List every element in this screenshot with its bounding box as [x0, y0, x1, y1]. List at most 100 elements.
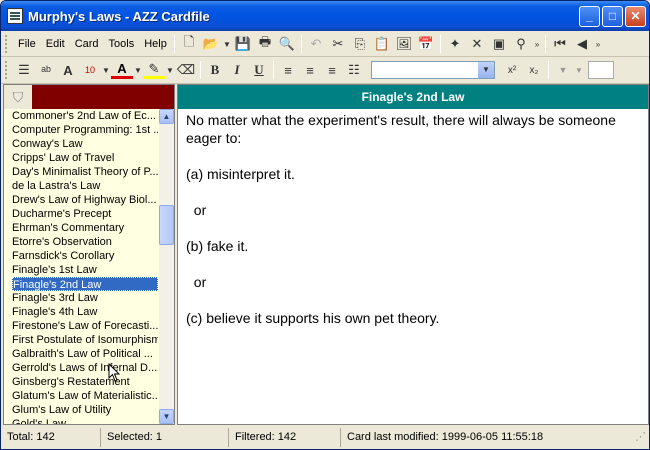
card-text-line: No matter what the experiment's result, …: [186, 112, 620, 146]
font-size-dropdown-icon[interactable]: ▼: [101, 59, 111, 81]
align-center-icon[interactable]: ≡: [299, 59, 321, 81]
filter-funnel-icon[interactable]: ⛉: [4, 85, 32, 109]
scroll-up-icon[interactable]: ▲: [159, 109, 174, 124]
list-item[interactable]: Drew's Law of Highway Biol...: [12, 193, 157, 207]
underline-icon[interactable]: U: [248, 59, 270, 81]
list-scrollbar[interactable]: ▲ ▼: [159, 109, 174, 424]
list-item[interactable]: Glatum's Law of Materialistic...: [12, 389, 158, 403]
app-window: Murphy's Laws - AZZ Cardfile _ □ ✕ File …: [0, 0, 650, 450]
maximize-button[interactable]: □: [602, 6, 623, 27]
paragraph-format-icon[interactable]: ☰: [13, 59, 35, 81]
list-item[interactable]: Ehrman's Commentary: [12, 221, 124, 235]
font-color-icon[interactable]: A: [111, 61, 133, 79]
font-name-combo[interactable]: ▼: [371, 61, 495, 79]
toolbar-separator: [545, 35, 546, 53]
highlight-icon[interactable]: ✎: [143, 61, 165, 79]
list-item[interactable]: Finagle's 1st Law: [12, 263, 97, 277]
toolbar-separator: [548, 61, 549, 79]
subscript-icon[interactable]: x₂: [523, 59, 545, 81]
toolbar-overflow-icon[interactable]: »: [532, 33, 542, 55]
list-item[interactable]: Glum's Law of Utility: [12, 403, 111, 417]
open-folder-icon[interactable]: 📂: [200, 33, 222, 55]
align-left-icon[interactable]: ≡: [277, 59, 299, 81]
card-color-swatch[interactable]: [588, 61, 614, 79]
spell-check-icon[interactable]: ᵃᵇ: [35, 59, 57, 81]
close-button[interactable]: ✕: [625, 6, 646, 27]
list-item[interactable]: Gold's Law: [12, 417, 66, 424]
card-properties-icon[interactable]: ▣: [488, 33, 510, 55]
font-icon[interactable]: A: [57, 59, 79, 81]
list-item[interactable]: Etorre's Observation: [12, 235, 112, 249]
card-body[interactable]: No matter what the experiment's result, …: [186, 111, 636, 327]
italic-icon[interactable]: I: [226, 59, 248, 81]
menu-edit[interactable]: Edit: [41, 35, 70, 53]
card-color-dropdown-icon[interactable]: ▼: [552, 59, 574, 81]
chevron-down-icon[interactable]: ▼: [478, 62, 494, 78]
toolbar-separator: [440, 35, 441, 53]
menu-card[interactable]: Card: [70, 35, 104, 53]
print-preview-icon[interactable]: 🔍: [276, 33, 298, 55]
list-item[interactable]: Cripps' Law of Travel: [12, 151, 114, 165]
find-binoculars-icon[interactable]: ⚲: [510, 33, 532, 55]
resize-grip-icon[interactable]: ⋰: [633, 428, 647, 447]
print-icon[interactable]: 🖶: [254, 33, 276, 55]
status-bar: Total: 142 Selected: 1 Filtered: 142 Car…: [1, 426, 649, 449]
save-icon[interactable]: 💾: [232, 33, 254, 55]
list-item[interactable]: Commoner's 2nd Law of Ec...: [12, 109, 156, 123]
undo-icon[interactable]: ↶: [305, 33, 327, 55]
paste-icon[interactable]: 📋: [371, 33, 393, 55]
scroll-thumb[interactable]: [159, 205, 174, 245]
list-item[interactable]: First Postulate of Isomurphism: [12, 333, 158, 347]
superscript-icon[interactable]: x²: [501, 59, 523, 81]
cut-icon[interactable]: ✂: [327, 33, 349, 55]
new-file-icon[interactable]: 🗋: [178, 33, 200, 55]
menu-file[interactable]: File: [13, 35, 41, 53]
card-view-pane: Finagle's 2nd Law No matter what the exp…: [177, 84, 649, 425]
toolbar-grip[interactable]: [5, 35, 9, 53]
font-color-dropdown-icon[interactable]: ▼: [133, 59, 143, 81]
scroll-down-icon[interactable]: ▼: [159, 409, 174, 424]
new-card-icon[interactable]: ✦: [444, 33, 466, 55]
list-item[interactable]: Computer Programming: 1st ...: [12, 123, 158, 137]
list-item[interactable]: Finagle's 2nd Law: [12, 277, 158, 291]
list-item[interactable]: Finagle's 3rd Law: [12, 291, 98, 305]
card-text-line: [186, 219, 636, 237]
delete-card-icon[interactable]: ✕: [466, 33, 488, 55]
toolbar-separator: [301, 35, 302, 53]
font-size-value[interactable]: 10: [79, 59, 101, 81]
copy-icon[interactable]: ⎘: [349, 33, 371, 55]
title-bar[interactable]: Murphy's Laws - AZZ Cardfile _ □ ✕: [1, 1, 649, 31]
list-item[interactable]: Gerrold's Laws of Infernal D...: [12, 361, 157, 375]
list-item[interactable]: Farnsdick's Corollary: [12, 249, 114, 263]
list-item[interactable]: Galbraith's Law of Political ...: [12, 347, 153, 361]
minimize-button[interactable]: _: [579, 6, 600, 27]
first-card-icon[interactable]: ⏮: [549, 33, 571, 55]
toolbar-overflow-icon[interactable]: »: [593, 33, 603, 55]
list-item[interactable]: Day's Minimalist Theory of P...: [12, 165, 158, 179]
filter-input[interactable]: [32, 85, 174, 109]
format-toolbar: ☰ ᵃᵇ A 10 ▼ A ▼ ✎ ▼ ⌫ B I U ≡ ≡ ≡ ☷ ▼ x²…: [5, 59, 614, 81]
toolbar-grip[interactable]: [5, 61, 9, 79]
list-item[interactable]: Ducharme's Precept: [12, 207, 111, 221]
highlight-dropdown-icon[interactable]: ▼: [165, 59, 175, 81]
insert-date-icon[interactable]: 📅: [415, 33, 437, 55]
align-right-icon[interactable]: ≡: [321, 59, 343, 81]
bullet-list-icon[interactable]: ☷: [343, 59, 365, 81]
card-color-arrow-icon[interactable]: ▼: [574, 59, 584, 81]
menu-help[interactable]: Help: [139, 35, 172, 53]
list-item[interactable]: Firestone's Law of Forecasti...: [12, 319, 158, 333]
list-item[interactable]: de la Lastra's Law: [12, 179, 100, 193]
previous-card-icon[interactable]: ◀: [571, 33, 593, 55]
insert-picture-icon[interactable]: 🖼: [393, 33, 415, 55]
cardfile-app-icon[interactable]: [7, 8, 23, 24]
menu-toolbar-row: File Edit Card Tools Help 🗋 📂 ▼ 💾 🖶 🔍 ↶ …: [1, 31, 649, 57]
list-item[interactable]: Finagle's 4th Law: [12, 305, 97, 319]
dropdown-arrow-icon[interactable]: ▼: [222, 33, 232, 55]
menu-tools[interactable]: Tools: [104, 35, 140, 53]
toolbar-separator: [273, 61, 274, 79]
card-list-pane: ⛉ Commoner's 2nd Law of Ec... Computer Pr…: [3, 84, 175, 425]
bold-icon[interactable]: B: [204, 59, 226, 81]
eraser-icon[interactable]: ⌫: [175, 59, 197, 81]
list-item[interactable]: Conway's Law: [12, 137, 83, 151]
format-toolbar-row: ☰ ᵃᵇ A 10 ▼ A ▼ ✎ ▼ ⌫ B I U ≡ ≡ ≡ ☷ ▼ x²…: [1, 57, 649, 84]
